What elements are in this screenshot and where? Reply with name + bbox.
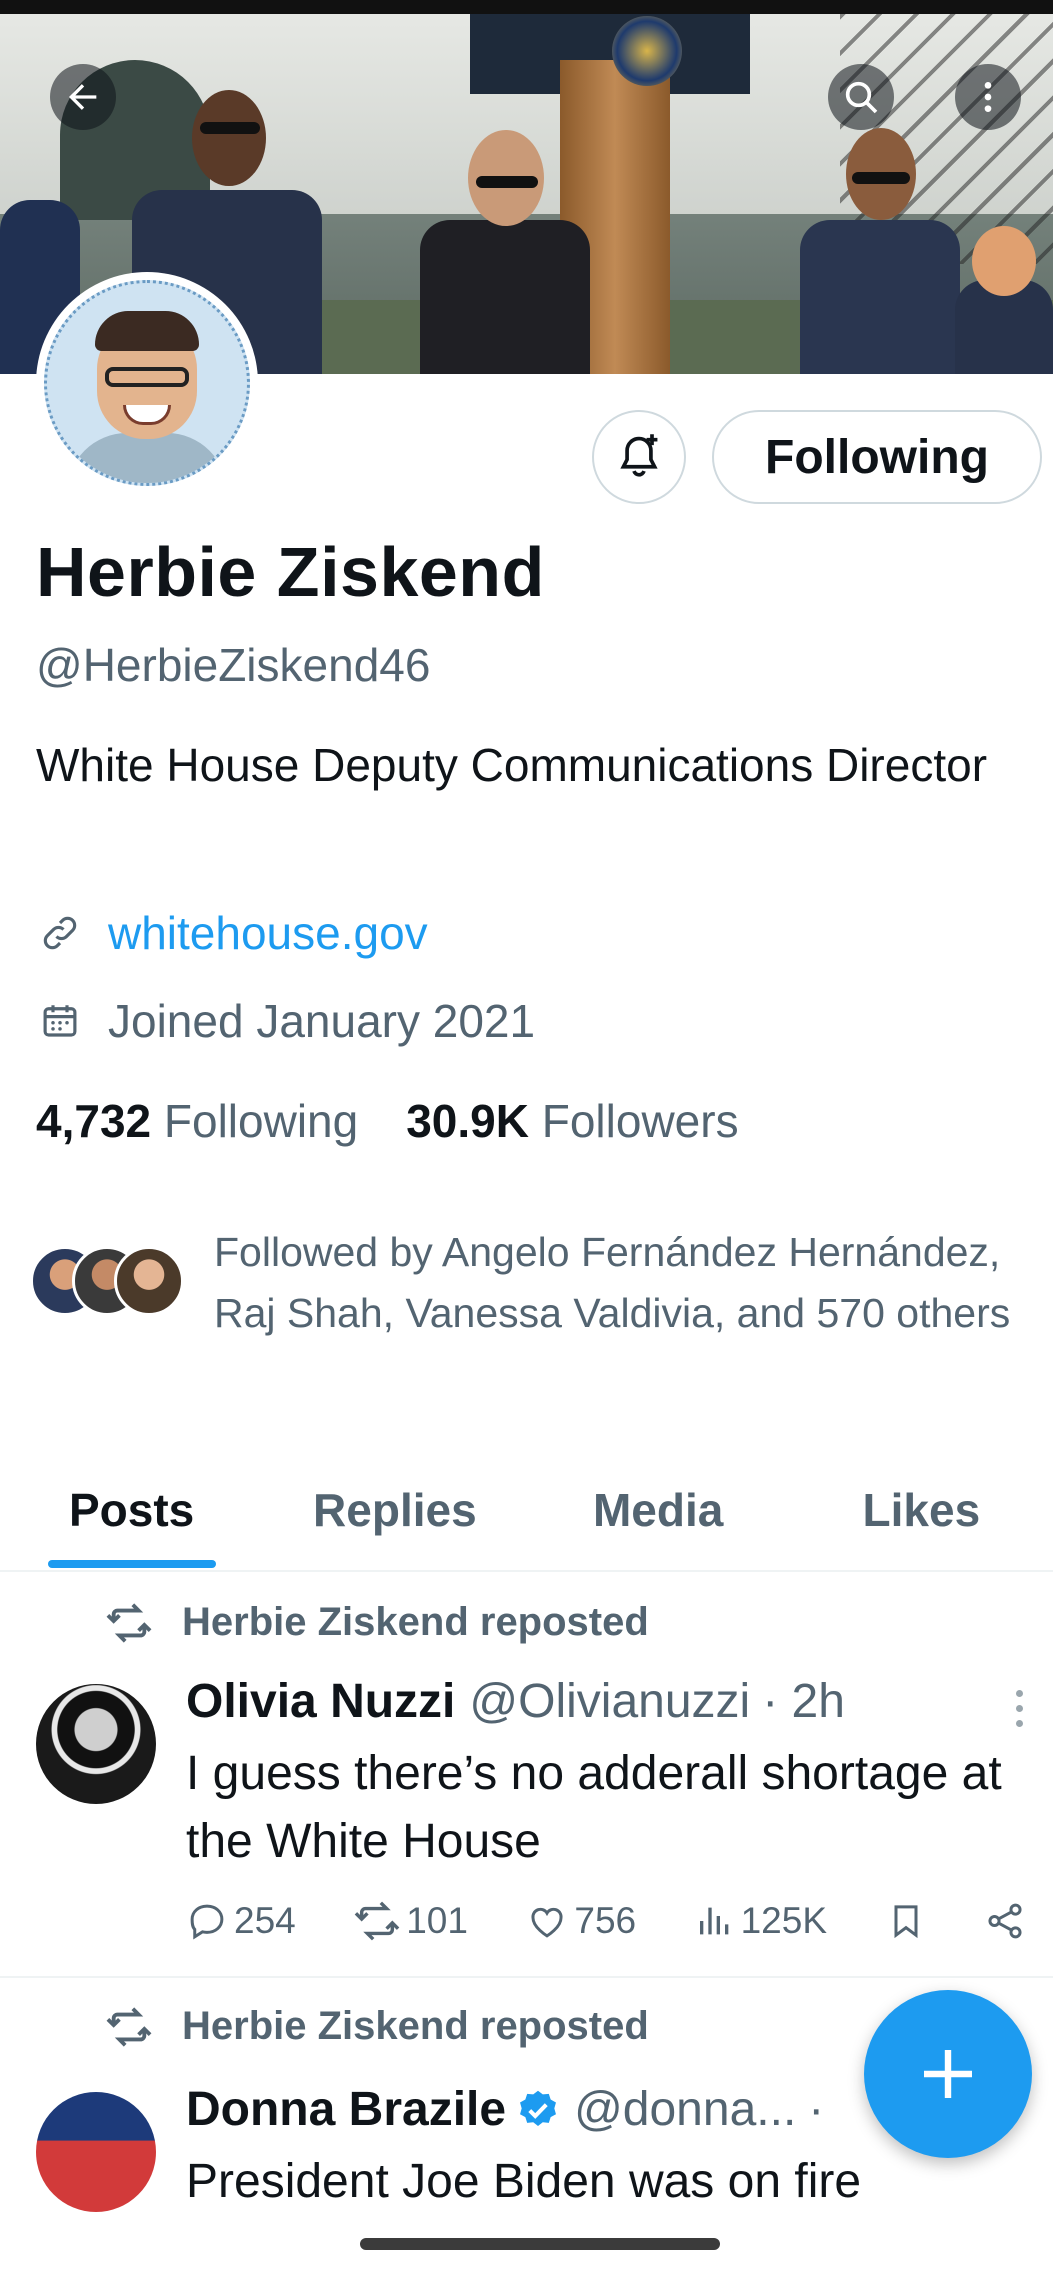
- following-count: 4,732: [36, 1095, 152, 1147]
- post-header: Olivia Nuzzi @Olivianuzzi · 2h: [186, 1674, 845, 1729]
- tab-media[interactable]: Media: [527, 1450, 790, 1570]
- banner-figure-head: [192, 90, 266, 186]
- more-vertical-icon: [984, 82, 992, 112]
- reply-count: 254: [234, 1900, 296, 1941]
- banner-figure-head: [972, 226, 1036, 296]
- avatar[interactable]: [36, 1684, 156, 1804]
- back-button[interactable]: [50, 64, 116, 130]
- followed-by[interactable]: Followed by Angelo Fernández Hernández, …: [30, 1222, 1030, 1344]
- followers-count: 30.9K: [406, 1095, 529, 1147]
- bookmark-icon: [894, 1905, 917, 1939]
- like-count: 756: [574, 1900, 637, 1941]
- profile-handle: @HerbieZiskend46: [36, 639, 431, 691]
- avatar-shirt: [67, 433, 227, 483]
- tab-posts[interactable]: Posts: [0, 1450, 263, 1570]
- home-indicator[interactable]: [360, 2238, 720, 2250]
- banner-sunglasses: [200, 122, 260, 134]
- views-icon: [699, 1907, 728, 1935]
- calendar-icon: [36, 997, 84, 1045]
- profile-bio: White House Deputy Communications Direct…: [36, 739, 988, 791]
- avatar-ring: [44, 280, 250, 486]
- profile-joined: Joined January 2021: [108, 995, 536, 1047]
- status-bar-strip: [0, 0, 1053, 14]
- bell-plus-icon: [620, 434, 658, 477]
- profile-link-row[interactable]: whitehouse.gov: [36, 906, 428, 960]
- banner-sunglasses: [476, 176, 538, 188]
- views-button[interactable]: 125K: [695, 1900, 827, 1942]
- compose-post-button[interactable]: [864, 1990, 1032, 2158]
- link-icon: [36, 909, 84, 957]
- repost-label: Herbie Ziskend reposted: [182, 1600, 649, 1644]
- follow-counts: 4,732 Following 30.9K Followers: [36, 1094, 739, 1148]
- post-time: · 2h: [762, 1675, 845, 1728]
- post-text: I guess there’s no adderall shortage at …: [186, 1747, 1002, 1868]
- followers-label: Followers: [541, 1095, 739, 1147]
- post-actions: 254 101 756 125K: [186, 1900, 1026, 1942]
- post-more-icon[interactable]: [1009, 1690, 1029, 1727]
- post-author[interactable]: Olivia Nuzzi: [186, 1674, 455, 1729]
- views-count: 125K: [740, 1900, 828, 1941]
- profile-joined-row: Joined January 2021: [36, 994, 535, 1048]
- post-time: ·: [808, 2083, 825, 2136]
- verified-badge-icon: [520, 2090, 557, 2126]
- post-handle[interactable]: @donna...: [574, 2082, 796, 2137]
- tab-likes[interactable]: Likes: [790, 1450, 1053, 1570]
- followers-stat[interactable]: 30.9K Followers: [406, 1094, 738, 1148]
- reply-icon: [190, 1904, 224, 1940]
- share-icon: [988, 1903, 1022, 1939]
- profile-avatar[interactable]: [36, 272, 258, 494]
- more-button[interactable]: [955, 64, 1021, 130]
- repost-indicator: Herbie Ziskend reposted: [106, 1600, 649, 1645]
- banner-figure: [800, 220, 960, 374]
- post-text: President Joe Biden was on fire: [186, 2155, 862, 2208]
- heart-icon: [531, 1907, 563, 1938]
- repost-icon: [354, 1901, 400, 1941]
- profile-tabs: Posts Replies Media Likes: [0, 1450, 1053, 1572]
- following-label: Following: [163, 1095, 359, 1147]
- share-button[interactable]: [984, 1900, 1026, 1942]
- repost-indicator: Herbie Ziskend reposted: [106, 2004, 649, 2049]
- banner-sunglasses: [852, 172, 910, 184]
- repost-label: Herbie Ziskend reposted: [182, 2004, 649, 2048]
- avatar[interactable]: [36, 2092, 156, 2212]
- presidential-seal: [612, 16, 682, 86]
- post-author[interactable]: Donna Brazile: [186, 2082, 506, 2137]
- following-stat[interactable]: 4,732 Following: [36, 1094, 358, 1148]
- post-item[interactable]: Herbie Ziskend reposted Olivia Nuzzi @Ol…: [0, 1574, 1053, 1976]
- post-handle[interactable]: @Olivianuzzi: [469, 1674, 750, 1729]
- search-icon: [845, 81, 878, 114]
- profile-link[interactable]: whitehouse.gov: [108, 906, 428, 960]
- post-header: Donna Brazile @donna... ·: [186, 2082, 824, 2137]
- arrow-left-icon: [69, 84, 97, 110]
- repost-count: 101: [406, 1900, 468, 1941]
- bookmark-button[interactable]: [886, 1900, 926, 1942]
- profile-name: Herbie Ziskend: [36, 533, 545, 611]
- avatar-hair: [95, 311, 199, 351]
- notifications-button[interactable]: [592, 410, 686, 504]
- repost-button[interactable]: 101: [354, 1900, 468, 1942]
- reply-button[interactable]: 254: [186, 1900, 296, 1942]
- avatar-glasses: [105, 367, 189, 387]
- tab-replies[interactable]: Replies: [263, 1450, 526, 1570]
- followed-by-avatars: [30, 1246, 184, 1320]
- avatar: [114, 1246, 184, 1316]
- following-button[interactable]: Following: [712, 410, 1042, 504]
- search-button[interactable]: [828, 64, 894, 130]
- repost-icon: [106, 2006, 160, 2047]
- plus-icon: [924, 2050, 972, 2098]
- repost-icon: [106, 1602, 160, 1643]
- followed-by-text: Followed by Angelo Fernández Hernández, …: [214, 1229, 1011, 1336]
- like-button[interactable]: 756: [526, 1900, 636, 1942]
- banner-figure: [420, 220, 590, 374]
